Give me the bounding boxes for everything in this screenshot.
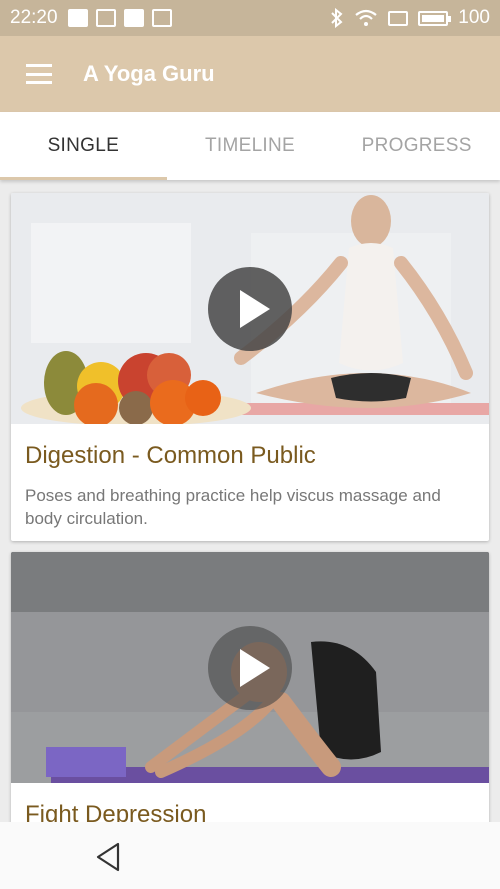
battery-level: 100 — [458, 7, 490, 28]
tab-bar: SINGLE TIMELINE PROGRESS — [0, 112, 500, 180]
session-card-depression[interactable]: Fight Depression — [11, 552, 489, 852]
image-icon — [95, 9, 116, 27]
tab-progress[interactable]: PROGRESS — [333, 112, 500, 180]
card-description: Poses and breathing practice help viscus… — [25, 486, 441, 528]
status-time: 22:20 — [10, 7, 58, 28]
play-button-icon[interactable] — [208, 626, 292, 710]
app-bar: A Yoga Guru — [0, 36, 500, 112]
bluetooth-icon — [331, 8, 343, 28]
battery-icon — [418, 10, 452, 26]
session-card-digestion[interactable]: Digestion - Common Public Poses and brea… — [11, 193, 489, 541]
card-image[interactable] — [11, 193, 489, 424]
wifi-icon — [355, 9, 377, 26]
back-triangle-icon[interactable] — [94, 842, 122, 872]
system-nav-bar — [0, 822, 500, 889]
news-icon — [123, 9, 144, 27]
status-bar: 22:20 100 — [0, 0, 500, 36]
tab-timeline[interactable]: TIMELINE — [167, 112, 334, 180]
hamburger-menu-icon[interactable] — [26, 64, 52, 84]
app-title: A Yoga Guru — [83, 61, 215, 86]
tab-single[interactable]: SINGLE — [0, 112, 167, 180]
card-image[interactable] — [11, 552, 489, 783]
upload-icon — [67, 9, 88, 27]
mail-icon — [151, 9, 172, 27]
play-button-icon[interactable] — [208, 267, 292, 351]
card-title: Digestion - Common Public — [25, 442, 316, 469]
sim-icon — [388, 10, 409, 26]
